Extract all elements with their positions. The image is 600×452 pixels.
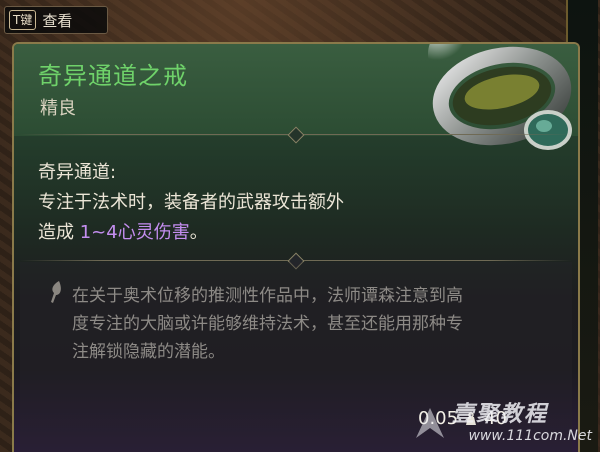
effect-description-line-1: 专注于法术时，装备者的武器攻击额外	[38, 192, 344, 213]
psychic-damage: 1~4心灵伤害	[79, 222, 190, 243]
watermark-url: www.111com.Net	[468, 428, 592, 444]
examine-label: 查看	[42, 11, 73, 30]
watermark-title: 壹聚教程	[451, 402, 548, 427]
effect-description-line-2: 造成 1~4心灵伤害。	[38, 218, 208, 244]
flavor-line: 注解锁隐藏的潜能。	[72, 342, 225, 362]
flavor-line: 度专注的大脑或许能够维持法术，甚至还能用那种专	[72, 314, 463, 334]
item-tooltip: 奇异通道之戒 精良 奇异通道: 专注于法术时，装备者的武器攻击额外 造成 1~4…	[12, 42, 580, 452]
quill-icon	[51, 281, 61, 303]
ring-icon	[428, 44, 572, 150]
watermark-logo	[416, 408, 444, 438]
effect-prefix: 造成	[38, 222, 80, 243]
item-name: 奇异通道之戒	[38, 62, 188, 90]
effect-suffix: 。	[189, 222, 208, 243]
flavor-line: 在关于奥术位移的推测性作品中，法师谭森注意到高	[72, 286, 463, 306]
key-badge: T键	[9, 10, 37, 30]
examine-hint[interactable]: T键 查看	[4, 6, 108, 34]
item-rarity: 精良	[40, 98, 76, 119]
flavor-text: 在关于奥术位移的推测性作品中，法师谭森注意到高 度专注的大脑或许能够维持法术，甚…	[72, 282, 552, 366]
effect-title: 奇异通道:	[38, 162, 117, 183]
